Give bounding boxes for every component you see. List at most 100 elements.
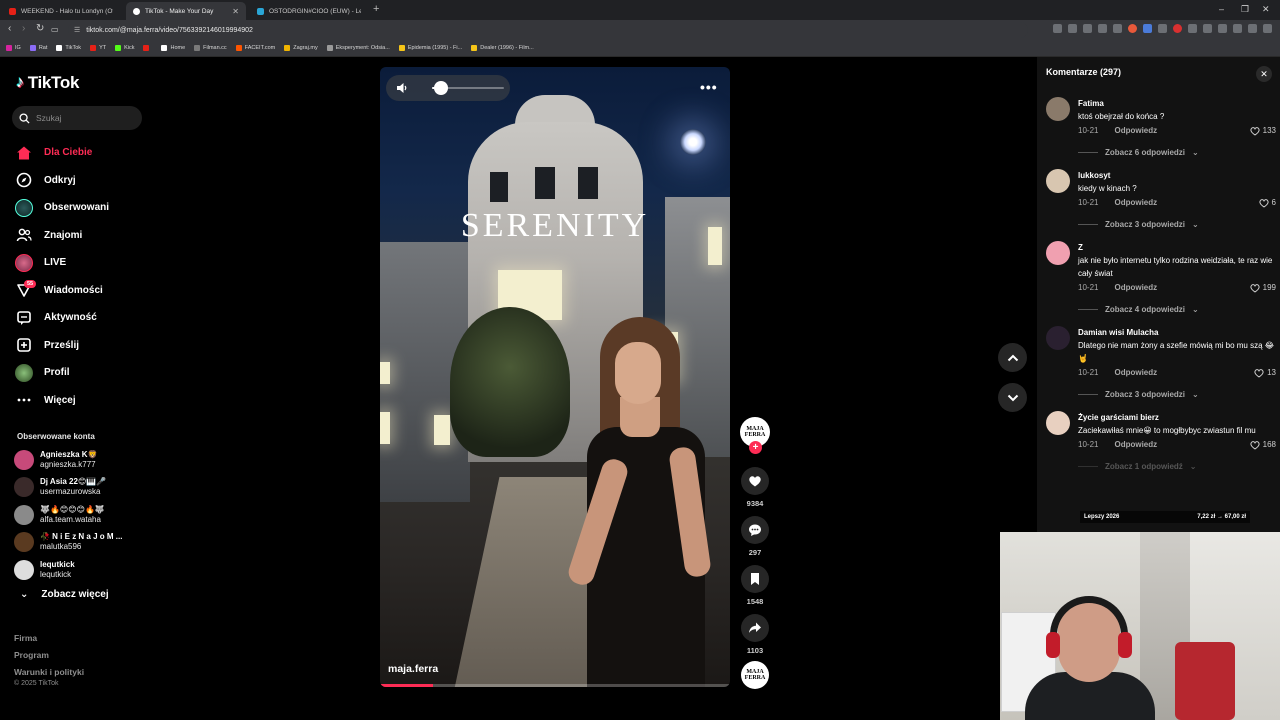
avatar[interactable] — [1046, 97, 1070, 121]
view-replies-button[interactable]: Zobacz 4 odpowiedzi ⌄ — [1078, 305, 1276, 314]
puzzle-icon[interactable] — [1203, 24, 1212, 33]
sidebar-item-znajomi[interactable]: Znajomi — [14, 222, 164, 250]
link-icon[interactable] — [1233, 24, 1242, 33]
reply-button[interactable]: Odpowiedz — [1114, 366, 1157, 380]
footer-link-firma[interactable]: Firma — [14, 630, 84, 647]
sound-avatar[interactable]: MAJA FERRA — [741, 661, 769, 689]
comment-username[interactable]: Z — [1078, 241, 1276, 254]
tiktok-logo[interactable]: ♪ TikTok — [16, 73, 79, 93]
close-comments-icon[interactable]: ✕ — [1256, 66, 1272, 82]
comment-like-button[interactable]: 13 — [1254, 366, 1276, 380]
avatar[interactable] — [1046, 241, 1070, 265]
like-button[interactable] — [741, 467, 769, 495]
comment-username[interactable]: lukkosyt — [1078, 169, 1276, 182]
bookmark-item[interactable] — [143, 45, 152, 51]
sidebar-item-wiadomosci[interactable]: 55 Wiadomości — [14, 277, 164, 305]
extension-icon[interactable] — [1053, 24, 1062, 33]
media-icon[interactable] — [1248, 24, 1257, 33]
reload-icon[interactable]: ↻ — [36, 23, 44, 34]
reply-button[interactable]: Odpowiedz — [1114, 281, 1157, 295]
sidebar-item-aktywnosc[interactable]: Aktywność — [14, 304, 164, 332]
bookmark-item[interactable]: Epidemia (1995) - Fi... — [398, 45, 462, 51]
close-window-button[interactable]: ✕ — [1262, 4, 1270, 15]
avatar[interactable] — [1046, 169, 1070, 193]
bookmark-item[interactable]: IG — [6, 45, 21, 51]
tab-league[interactable]: OSTODRGIN#CIOO (EUW) - League — [250, 2, 368, 20]
sidebar-item-profil[interactable]: Profil — [14, 359, 164, 387]
extension-icon[interactable] — [1143, 24, 1152, 33]
follow-plus-icon[interactable]: + — [749, 441, 762, 454]
maximize-button[interactable]: ❐ — [1241, 4, 1249, 15]
bookmark-item[interactable]: Kick — [115, 45, 134, 51]
share-button[interactable] — [741, 614, 769, 642]
comment-like-button[interactable]: 6 — [1258, 196, 1276, 210]
video-player[interactable]: SERENITY ••• maja.ferra — [380, 67, 730, 687]
site-info-icon[interactable]: ☰ — [74, 26, 80, 34]
view-replies-button[interactable]: Zobacz 3 odpowiedzi ⌄ — [1078, 390, 1276, 399]
search-input[interactable]: Szukaj — [12, 106, 142, 130]
save-button[interactable] — [741, 565, 769, 593]
sidebar-item-odkryj[interactable]: Odkryj — [14, 167, 164, 195]
bookmark-item[interactable]: TikTok — [56, 45, 81, 51]
followed-account[interactable]: lequtkick lequtkick — [14, 556, 144, 584]
bookmark-item[interactable]: Home — [161, 45, 185, 51]
reply-button[interactable]: Odpowiedz — [1114, 124, 1157, 138]
sidebar-item-wiecej[interactable]: Więcej — [14, 387, 164, 415]
zoom-icon[interactable] — [1098, 24, 1107, 33]
avatar[interactable] — [1046, 326, 1070, 350]
minimize-button[interactable]: – — [1219, 4, 1224, 14]
address-bar[interactable]: ☰ tiktok.com/@maja.ferra/video/756339214… — [68, 22, 1028, 38]
forward-icon[interactable]: › — [22, 23, 25, 34]
view-replies-button[interactable]: Zobacz 3 odpowiedzi ⌄ — [1078, 220, 1276, 229]
record-icon[interactable] — [1173, 24, 1182, 33]
sidebar-item-obserwowani[interactable]: Obserwowani — [14, 194, 164, 222]
volume-knob[interactable] — [433, 81, 448, 95]
see-more-button[interactable]: ⌄ Zobacz więcej — [20, 589, 109, 600]
video-progress-bar[interactable] — [380, 684, 730, 687]
bookmark-item[interactable]: Dealer (1996) - Film... — [471, 45, 534, 51]
extension-icon[interactable] — [1068, 24, 1077, 33]
followed-account[interactable]: Agnieszka K🦁 agnieszka.k777 — [14, 446, 144, 474]
reply-button[interactable]: Odpowiedz — [1114, 196, 1157, 210]
comment-username[interactable]: Fatima — [1078, 97, 1276, 110]
previous-video-button[interactable] — [998, 343, 1027, 372]
bookmark-item[interactable]: Zagraj.my — [284, 45, 318, 51]
sidebar-item-live[interactable]: LIVE — [14, 249, 164, 277]
view-replies-button[interactable]: Zobacz 1 odpowiedź ⌄ — [1078, 462, 1276, 471]
bookmark-page-icon[interactable]: ▭ — [51, 25, 59, 34]
share-icon[interactable] — [1113, 24, 1122, 33]
comment-like-button[interactable]: 133 — [1250, 124, 1276, 138]
footer-link-terms[interactable]: Warunki i polityki — [14, 664, 84, 681]
comment-username[interactable]: Damian wisi Mulacha — [1078, 326, 1276, 339]
followed-account[interactable]: Dj Asia 22😊🎹🎤 usermazurowska — [14, 474, 144, 502]
footer-link-program[interactable]: Program — [14, 647, 84, 664]
sidebar-item-dla-ciebie[interactable]: Dla Ciebie — [14, 139, 164, 167]
extension-icon[interactable] — [1158, 24, 1167, 33]
author-avatar[interactable]: MAJA FERRA + — [740, 417, 770, 454]
video-more-button[interactable]: ••• — [700, 79, 718, 95]
tab-tiktok[interactable]: TikTok - Make Your Day ✕ — [126, 2, 246, 20]
sidebar-item-przeslij[interactable]: Prześlij — [14, 332, 164, 360]
brave-shield-icon[interactable] — [1128, 24, 1137, 33]
tab-close-icon[interactable]: ✕ — [232, 7, 239, 16]
extension-icon[interactable] — [1188, 24, 1197, 33]
translate-icon[interactable] — [1083, 24, 1092, 33]
tab-youtube[interactable]: WEEKEND - Halo tu Londyn (Oficjaln — [2, 2, 120, 20]
reply-button[interactable]: Odpowiedz — [1114, 438, 1157, 452]
menu-icon[interactable] — [1263, 24, 1272, 33]
followed-account[interactable]: 🥀 N i E z N a J o M ... malutka596 — [14, 529, 144, 557]
comment-like-button[interactable]: 199 — [1250, 281, 1276, 295]
comment-button[interactable] — [741, 516, 769, 544]
video-author[interactable]: maja.ferra — [388, 663, 438, 675]
new-tab-button[interactable]: + — [373, 3, 379, 15]
bookmark-item[interactable]: Rat — [29, 45, 47, 51]
back-icon[interactable]: ‹ — [8, 23, 11, 34]
avatar[interactable] — [1046, 411, 1070, 435]
bookmark-item[interactable]: Filman.cc — [194, 45, 227, 51]
bookmark-item[interactable]: FACEIT.com — [235, 45, 275, 51]
bookmark-item[interactable]: YT — [90, 45, 106, 51]
comment-username[interactable]: Życie garściami bierz — [1078, 411, 1276, 424]
download-icon[interactable] — [1218, 24, 1227, 33]
volume-control[interactable] — [386, 75, 510, 101]
view-replies-button[interactable]: Zobacz 6 odpowiedzi ⌄ — [1078, 148, 1276, 157]
